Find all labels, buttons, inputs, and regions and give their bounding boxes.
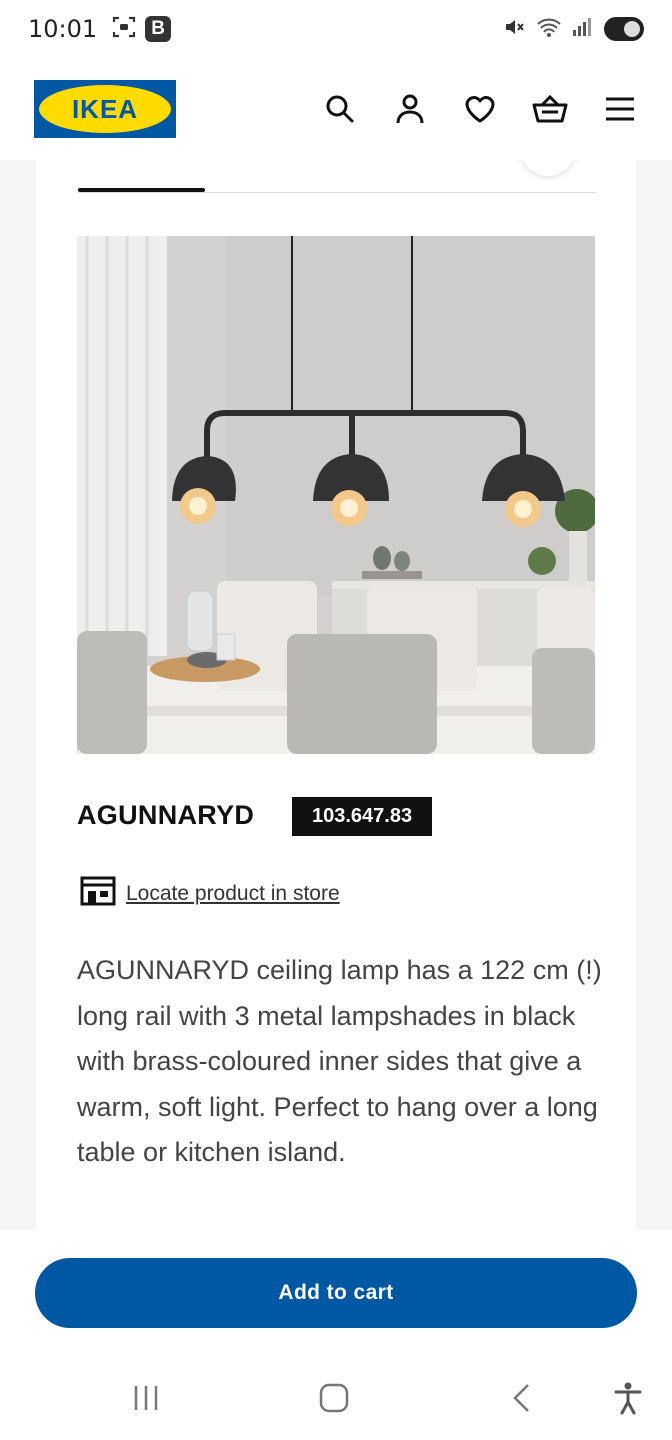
add-to-cart-button[interactable]: Add to cart — [35, 1258, 637, 1328]
recents-icon[interactable] — [124, 1376, 168, 1420]
status-bar: 10:01 B — [0, 0, 672, 58]
ikea-logo[interactable]: IKEA — [34, 80, 176, 138]
tab-active-indicator — [78, 188, 205, 192]
mute-icon — [502, 15, 526, 44]
back-icon[interactable] — [500, 1376, 544, 1420]
b-badge-label: B — [151, 18, 166, 39]
heart-icon[interactable] — [462, 91, 498, 127]
store-icon — [80, 876, 116, 911]
signal-icon — [572, 16, 594, 43]
cart-bar: Add to cart — [0, 1230, 672, 1354]
battery-icon — [604, 17, 644, 41]
lamp-photo-illustration — [77, 236, 595, 754]
account-icon[interactable] — [392, 91, 428, 127]
wifi-icon — [536, 15, 562, 44]
status-left-icons: B — [111, 15, 172, 44]
product-name: AGUNNARYD — [77, 800, 255, 830]
b-badge-icon: B — [145, 16, 172, 42]
logo-oval: IKEA — [39, 85, 171, 133]
header-icons — [322, 91, 638, 127]
status-time: 10:01 — [28, 15, 98, 43]
screenshot-icon — [111, 15, 137, 44]
product-card: AGUNNARYD 103.647.83 Locate product in s… — [36, 160, 636, 1240]
image-tab-strip[interactable] — [78, 188, 596, 194]
tab-track — [78, 192, 596, 193]
article-number-badge: 103.647.83 — [292, 797, 433, 836]
product-description: AGUNNARYD ceiling lamp has a 122 cm (!) … — [77, 955, 602, 1167]
floating-action-circle[interactable] — [520, 160, 576, 176]
home-icon[interactable] — [312, 1376, 356, 1420]
menu-icon[interactable] — [602, 91, 638, 127]
search-icon[interactable] — [322, 91, 358, 127]
app-header: IKEA — [0, 58, 672, 160]
locate-product-link[interactable]: Locate product in store — [126, 882, 340, 906]
accessibility-icon[interactable] — [606, 1376, 650, 1420]
locate-in-store[interactable]: Locate product in store — [80, 876, 340, 911]
product-image[interactable] — [77, 236, 595, 754]
basket-icon[interactable] — [532, 91, 568, 127]
system-nav-bar — [0, 1354, 672, 1440]
status-right-icons — [502, 15, 644, 44]
logo-text: IKEA — [71, 93, 139, 124]
